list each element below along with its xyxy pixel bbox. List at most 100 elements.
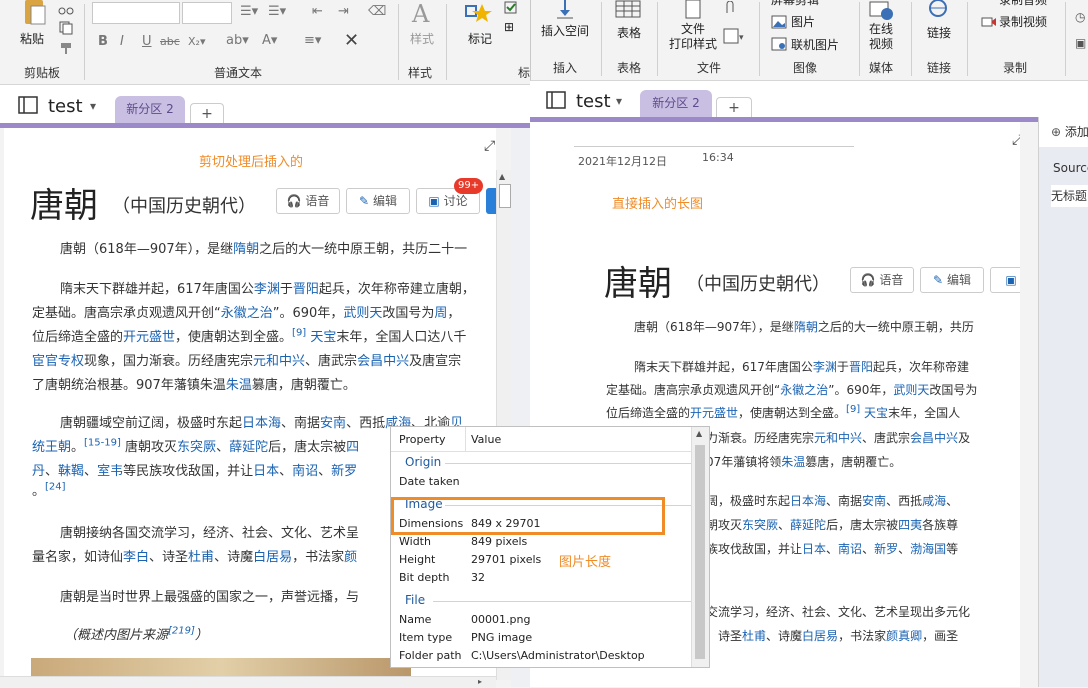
edit-button[interactable]: ✎ 编辑: [346, 188, 410, 214]
section-tab[interactable]: 新分区 2: [640, 90, 712, 117]
align-icon[interactable]: ≡▾: [304, 33, 321, 48]
voice-button[interactable]: 🎧 语音: [276, 188, 340, 214]
picture-icon[interactable]: [771, 14, 787, 29]
scroll-up-icon[interactable]: ▲: [499, 172, 505, 181]
font-family-combo[interactable]: [92, 2, 180, 24]
insert-space-icon[interactable]: [555, 0, 575, 20]
page-untitled-item[interactable]: 无标题: [1051, 185, 1088, 207]
page-date: 2021年12月12日: [578, 155, 667, 168]
column-header-value[interactable]: Value: [471, 433, 501, 446]
edit-button[interactable]: ✎ 编辑: [920, 267, 984, 293]
clear-format-icon[interactable]: ⌫: [368, 4, 386, 19]
online-video-icon[interactable]: [869, 0, 895, 20]
prop-name-value: 00001.png: [471, 613, 531, 626]
chevron-down-icon[interactable]: ▾: [90, 99, 96, 113]
discuss-button[interactable]: ▣: [990, 267, 1020, 293]
table-icon[interactable]: [615, 0, 641, 18]
section-tab[interactable]: 新分区 2: [115, 96, 185, 123]
format-painter-icon[interactable]: [58, 40, 74, 54]
prop-folder-label: Folder path: [399, 649, 462, 662]
record-video-button[interactable]: 录制视频: [999, 13, 1047, 30]
paste-icon[interactable]: [22, 0, 48, 28]
link-button[interactable]: 链接: [927, 24, 951, 41]
notebook-name[interactable]: test: [48, 96, 83, 117]
online-video-button[interactable]: 在线 视频: [869, 22, 893, 52]
screen-clip-button[interactable]: 屏幕剪辑: [771, 0, 819, 8]
spreadsheet-icon[interactable]: ▾: [723, 28, 745, 44]
insert-space-button[interactable]: 插入空间: [541, 22, 589, 39]
expand-icon[interactable]: ⤢: [484, 138, 495, 154]
styles-icon[interactable]: A: [410, 0, 434, 28]
bold-icon[interactable]: B: [98, 34, 108, 49]
record-audio-button[interactable]: 录制音频: [999, 0, 1047, 8]
scroll-thumb[interactable]: [695, 445, 705, 659]
tag-icon[interactable]: [464, 0, 492, 26]
strikethrough-icon[interactable]: abc: [160, 35, 180, 48]
ribbon-extra-icon[interactable]: ◷: [1075, 10, 1085, 24]
svg-text:A: A: [411, 0, 430, 26]
notebook-name[interactable]: test: [576, 91, 611, 112]
file-properties-panel: Property Value Origin Date taken Image D…: [390, 426, 710, 668]
delete-icon[interactable]: ✕: [344, 30, 359, 51]
add-section-button[interactable]: +: [190, 103, 224, 124]
link-icon[interactable]: [925, 0, 951, 20]
subscript-icon[interactable]: X₂▾: [188, 35, 205, 48]
notebook-icon[interactable]: [16, 95, 40, 115]
record-video-icon[interactable]: [981, 14, 997, 28]
article-line: 唐朝接纳各国交流学习，经济、社会、文化、艺术呈: [60, 526, 360, 541]
attach-file-icon[interactable]: [723, 0, 737, 14]
online-picture-icon[interactable]: [771, 36, 787, 51]
outdent-icon[interactable]: ⇤: [312, 4, 323, 19]
font-color-icon[interactable]: A▾: [262, 33, 277, 48]
tags-button[interactable]: 标记: [468, 30, 492, 47]
right-notebook-bar: test ▾ 新分区 2 +: [530, 81, 1088, 118]
voice-button[interactable]: 🎧 语音: [850, 267, 914, 293]
todo-tag-icon[interactable]: [504, 0, 518, 14]
indent-icon[interactable]: ⇥: [338, 4, 349, 19]
chevron-down-icon[interactable]: ▾: [616, 94, 622, 108]
italic-icon[interactable]: I: [120, 34, 124, 49]
section-file: File: [405, 593, 426, 607]
numbering-icon[interactable]: ☰▾: [268, 4, 286, 19]
prop-name-label: Name: [399, 613, 432, 626]
notebook-icon[interactable]: [544, 90, 568, 110]
table-button[interactable]: 表格: [617, 24, 641, 41]
file-group-label: 文件: [697, 61, 722, 75]
prop-height-label: Height: [399, 553, 436, 566]
add-page-button[interactable]: ⊕ 添加: [1039, 117, 1088, 147]
discuss-count-badge: 99+: [454, 178, 484, 194]
styles-button[interactable]: 样式: [410, 30, 434, 47]
ribbon-extra-icon-2[interactable]: ▣: [1075, 36, 1086, 50]
scroll-thumb[interactable]: [499, 184, 511, 208]
prop-width-value: 849 pixels: [471, 535, 528, 548]
file-printout-icon[interactable]: [683, 0, 703, 20]
article-line: 量名家，如诗仙李白、诗圣杜甫、诗魔白居易，书法家颜: [32, 550, 358, 565]
paste-button[interactable]: 粘贴: [20, 30, 44, 47]
bullets-icon[interactable]: ☰▾: [240, 4, 258, 19]
expand-icon[interactable]: ⤢: [1012, 132, 1020, 148]
find-tags-button[interactable]: ⊞: [504, 20, 514, 34]
left-horizontal-scrollbar[interactable]: ▸: [0, 676, 496, 688]
blue-share-button[interactable]: [486, 188, 496, 214]
file-printout-button[interactable]: 文件 打印样式: [669, 22, 717, 52]
page-source-item[interactable]: Source: [1053, 161, 1088, 175]
add-section-button[interactable]: +: [716, 97, 752, 118]
online-picture-button[interactable]: 联机图片: [791, 36, 839, 53]
prop-itemtype-value: PNG image: [471, 631, 533, 644]
article-line: 定基础。唐高宗承贞观遗风开创“永徽之治”。690年，武则天改国号为: [606, 383, 978, 397]
underline-icon[interactable]: U: [142, 34, 152, 49]
highlight-icon[interactable]: ab▾: [226, 33, 249, 48]
scroll-up-icon[interactable]: ▲: [696, 429, 702, 438]
right-ribbon: 插入空间 插入 表格 表格 ▾ 文件 打印样式 文件 屏幕剪辑 图片 联机图片 图…: [530, 0, 1088, 81]
article-line: 。[24]: [32, 481, 66, 499]
copy-icon[interactable]: [58, 20, 74, 35]
article-line: 统王朝。[15-19] 唐朝攻灭东突厥、薛延陀后，唐太宗被四: [32, 437, 360, 455]
picture-button[interactable]: 图片: [791, 13, 815, 30]
font-size-combo[interactable]: [182, 2, 232, 24]
prop-height-value: 29701 pixels: [471, 553, 542, 566]
column-header-property[interactable]: Property: [399, 433, 446, 446]
prop-folder-value: C:\Users\Administrator\Desktop: [471, 649, 645, 662]
cut-icon[interactable]: [58, 0, 74, 15]
article-image-strip: [31, 658, 411, 676]
properties-scrollbar[interactable]: ▲: [691, 427, 709, 667]
